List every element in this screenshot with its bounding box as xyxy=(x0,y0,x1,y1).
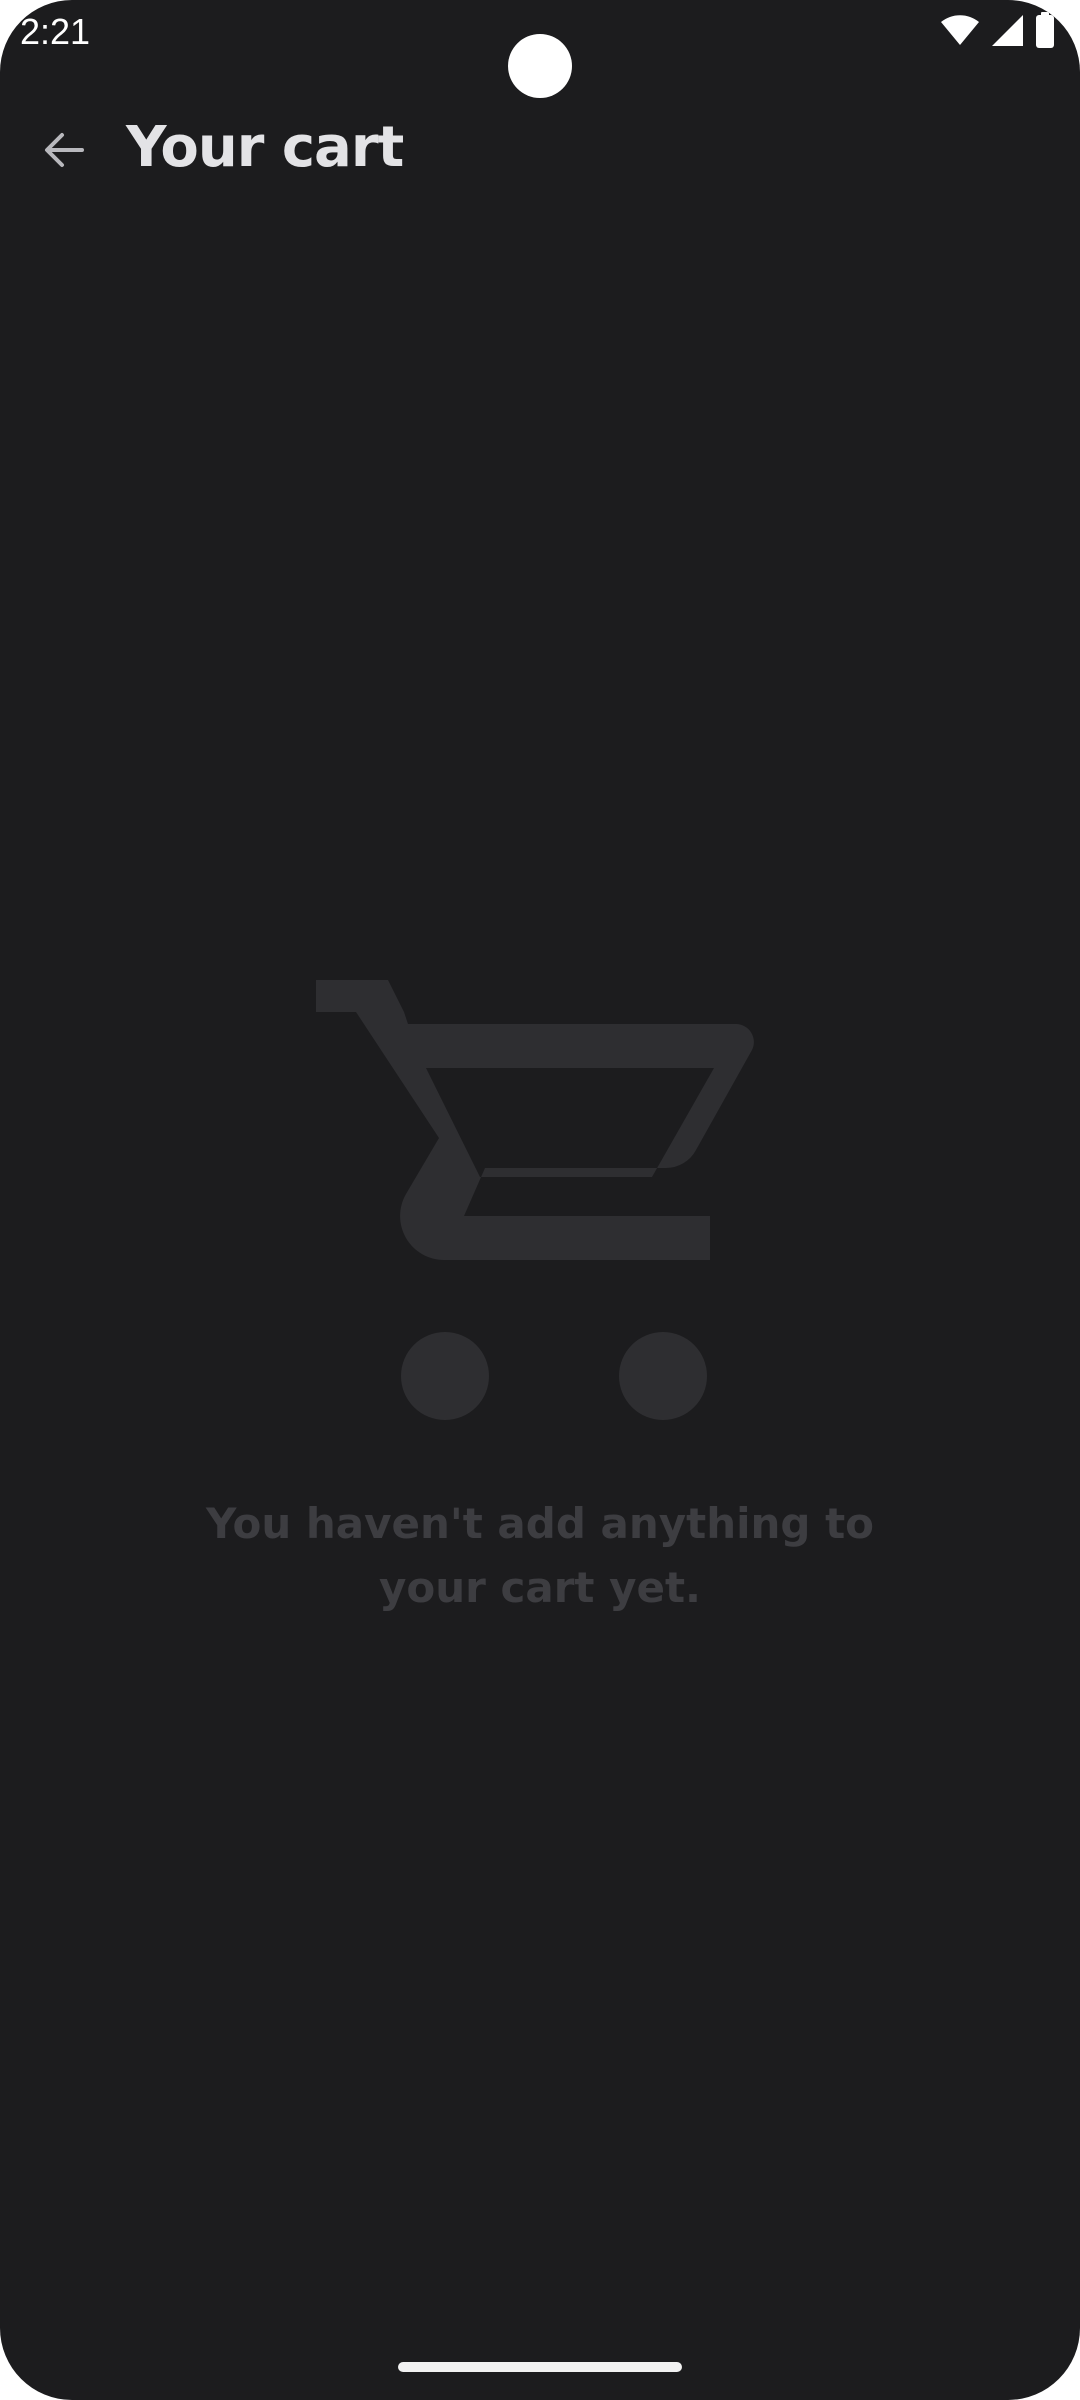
empty-cart-state: You haven't add anything to your cart ye… xyxy=(0,980,1080,1620)
battery-icon xyxy=(1034,12,1056,52)
page-title: Your cart xyxy=(126,115,404,180)
home-indicator[interactable] xyxy=(398,2362,682,2372)
status-bar: 2:21 xyxy=(0,0,1080,98)
app-bar: Your cart xyxy=(0,100,1080,196)
app-screen: 2:21 Your cart You haven't add anything … xyxy=(0,0,1080,2400)
arrow-back-icon xyxy=(40,126,88,178)
wifi-icon xyxy=(940,14,980,50)
status-time: 2:21 xyxy=(20,11,91,52)
empty-cart-message: You haven't add anything to your cart ye… xyxy=(205,1499,875,1612)
shopping-cart-icon xyxy=(316,980,764,1432)
cellular-signal-icon xyxy=(990,13,1024,51)
back-button[interactable] xyxy=(32,120,96,184)
status-icons xyxy=(940,12,1056,52)
camera-cutout xyxy=(508,34,572,98)
